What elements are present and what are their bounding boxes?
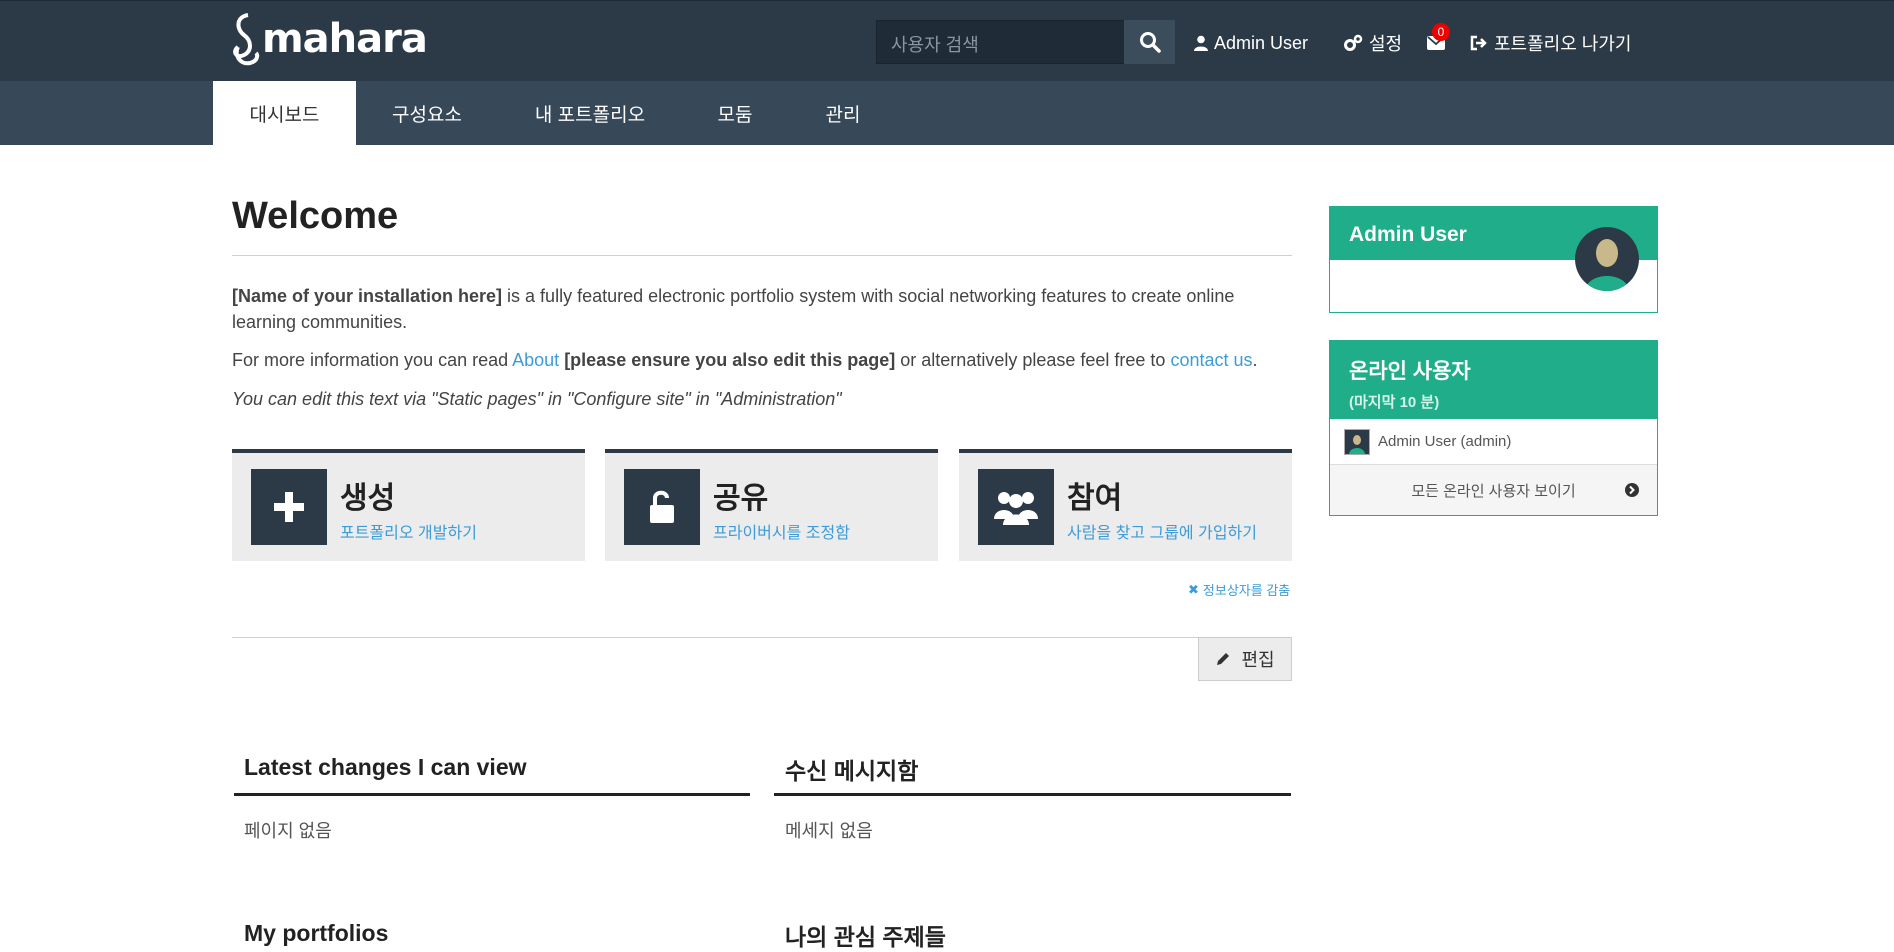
online-user-avatar xyxy=(1344,428,1370,455)
profile-card: Admin User xyxy=(1329,206,1658,313)
tile-title: 참여 xyxy=(1067,482,1123,515)
logo-mark-icon xyxy=(233,13,260,66)
inbox-block-empty: 메세지 없음 xyxy=(785,821,873,841)
tile-subtitle: 포트폴리오 개발하기 xyxy=(340,525,477,542)
intro-text-2c: . xyxy=(1252,350,1258,370)
logout-label: 포트폴리오 나가기 xyxy=(1494,34,1632,54)
settings-label: 설정 xyxy=(1369,34,1403,54)
pencil-icon xyxy=(1217,653,1230,665)
installation-name: [Name of your installation here] xyxy=(232,286,503,306)
sign-out-icon xyxy=(1470,35,1487,51)
title-divider xyxy=(232,255,1292,256)
topics-title: 나의 관심 주제들 xyxy=(785,924,946,950)
intro-paragraph-3: You can edit this text via "Static pages… xyxy=(232,389,842,409)
search-button[interactable] xyxy=(1124,20,1175,64)
about-link[interactable]: About xyxy=(512,350,559,370)
top-header: mahara 사용자 검색 Admin User 설정 0 포트폴리오 나가기 xyxy=(0,0,1894,81)
tab-administration[interactable]: 관리 xyxy=(808,81,878,145)
hide-info-label: 정보상자를 감춤 xyxy=(1202,583,1291,598)
latest-changes-underline xyxy=(234,793,750,796)
user-search-input[interactable]: 사용자 검색 xyxy=(876,20,1125,64)
close-icon: ✖ xyxy=(1188,581,1199,597)
contact-us-link[interactable]: contact us xyxy=(1170,350,1252,370)
edit-label: 편집 xyxy=(1241,650,1275,670)
online-users-title: 온라인 사용자 xyxy=(1349,360,1471,383)
intro-paragraph-2: For more information you can read About … xyxy=(232,347,1292,373)
tab-groups[interactable]: 모둠 xyxy=(700,81,770,145)
tile-subtitle: 사람을 찾고 그룹에 가입하기 xyxy=(1067,525,1257,542)
logo-text: mahara xyxy=(262,16,428,62)
tab-portfolio[interactable]: 내 포트폴리오 xyxy=(516,81,664,145)
inbox-block-underline xyxy=(774,793,1291,796)
inbox-block-title: 수신 메시지함 xyxy=(785,758,919,784)
intro-paragraph-1: [Name of your installation here] is a fu… xyxy=(232,283,1292,335)
user-menu-link[interactable]: Admin User xyxy=(1194,29,1308,57)
settings-link[interactable]: 설정 xyxy=(1343,29,1402,57)
show-all-label: 모든 온라인 사용자 보이기 xyxy=(1411,482,1576,500)
plus-icon xyxy=(251,469,327,545)
share-tile[interactable]: 공유 프라이버시를 조정함 xyxy=(605,449,938,561)
intro-text-2a: For more information you can read xyxy=(232,350,513,370)
edit-note: [please ensure you also edit this page] xyxy=(559,350,896,370)
page-title: Welcome xyxy=(232,195,399,237)
latest-changes-title: Latest changes I can view xyxy=(244,754,527,780)
my-portfolios-title: My portfolios xyxy=(244,920,389,946)
create-tile[interactable]: 생성 포트폴리오 개발하기 xyxy=(232,449,585,561)
main-nav: 대시보드 구성요소 내 포트폴리오 모둠 관리 xyxy=(0,81,1894,145)
online-users-card: 온라인 사용자 (마지막 10 분) Admin User (admin) 모든… xyxy=(1329,340,1658,516)
users-icon xyxy=(978,469,1054,545)
inbox-count-badge: 0 xyxy=(1432,23,1450,41)
online-user-name: Admin User (admin) xyxy=(1378,433,1512,450)
arrow-circle-right-icon xyxy=(1625,483,1639,497)
tile-title: 생성 xyxy=(340,482,396,515)
tile-title: 공유 xyxy=(713,482,769,515)
online-user-item[interactable]: Admin User (admin) xyxy=(1330,419,1657,465)
user-name-label: Admin User xyxy=(1214,32,1309,53)
unlock-icon xyxy=(624,469,700,545)
show-all-online-users-link[interactable]: 모든 온라인 사용자 보이기 xyxy=(1330,465,1657,515)
online-users-header: 온라인 사용자 (마지막 10 분) xyxy=(1330,341,1657,419)
tab-content[interactable]: 구성요소 xyxy=(372,81,482,145)
hide-info-link[interactable]: ✖ 정보상자를 감춤 xyxy=(1188,580,1290,599)
user-icon xyxy=(1194,35,1208,51)
avatar-silhouette-icon xyxy=(1585,239,1629,291)
edit-divider xyxy=(232,637,1292,638)
gears-icon xyxy=(1344,34,1363,51)
latest-changes-empty: 페이지 없음 xyxy=(244,821,332,841)
intro-text-2b: or alternatively please feel free to xyxy=(895,350,1171,370)
engage-tile[interactable]: 참여 사람을 찾고 그룹에 가입하기 xyxy=(959,449,1292,561)
avatar[interactable] xyxy=(1575,227,1639,291)
tile-subtitle: 프라이버시를 조정함 xyxy=(713,525,850,542)
tab-dashboard[interactable]: 대시보드 xyxy=(213,81,356,145)
edit-dashboard-button[interactable]: 편집 xyxy=(1198,637,1292,681)
online-users-subtitle: (마지막 10 분) xyxy=(1349,394,1440,411)
logout-link[interactable]: 포트폴리오 나가기 xyxy=(1470,29,1631,57)
search-icon xyxy=(1139,32,1161,53)
mahara-logo[interactable]: mahara xyxy=(230,11,428,67)
